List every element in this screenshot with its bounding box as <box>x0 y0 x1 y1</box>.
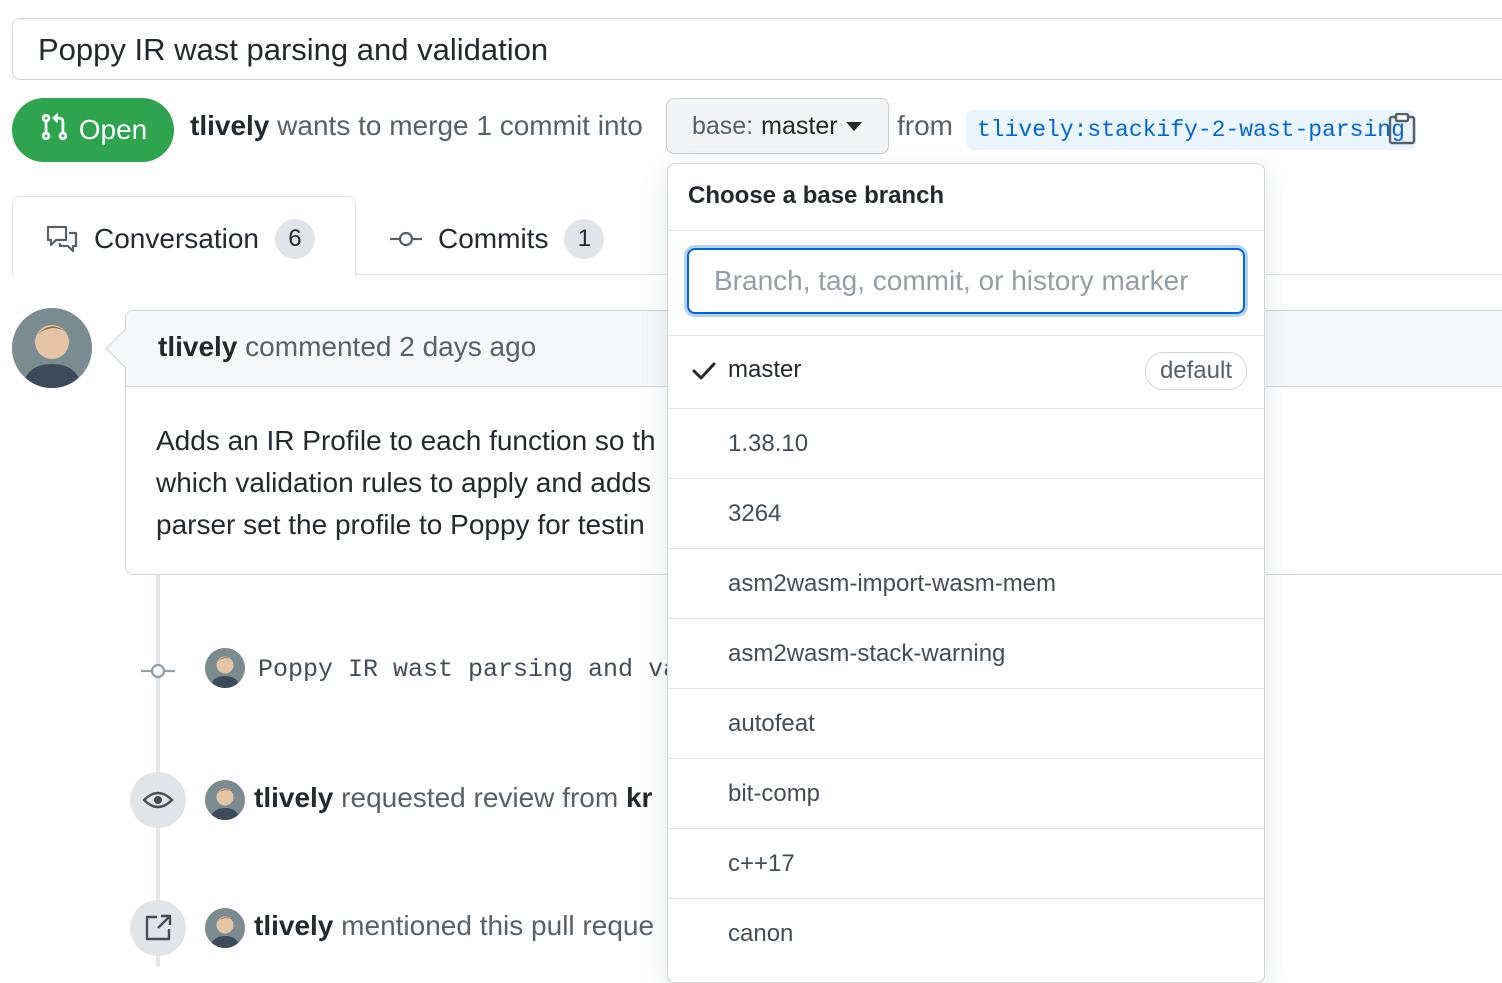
avatar[interactable] <box>205 648 245 688</box>
branch-name: asm2wasm-stack-warning <box>728 640 1006 667</box>
tab-commits-label: Commits <box>438 223 549 254</box>
base-branch-button[interactable]: base: master <box>666 98 889 154</box>
branch-item[interactable]: autofeat <box>668 689 1264 759</box>
tab-commits[interactable]: Commits 1 <box>390 219 605 259</box>
merge-text: wants to merge 1 commit into <box>277 110 643 141</box>
merge-summary: tlively wants to merge 1 commit into <box>190 110 643 142</box>
git-commit-icon <box>390 229 422 249</box>
status-label: Open <box>78 114 148 145</box>
eye-icon-badge <box>130 772 186 828</box>
event-author-link[interactable]: tlively <box>254 910 333 941</box>
branch-name: 1.38.10 <box>728 430 809 457</box>
event-text: mentioned this pull reque <box>341 910 655 941</box>
branch-item[interactable]: c++17 <box>668 829 1264 899</box>
cross-reference-icon <box>145 914 172 941</box>
event-author-link[interactable]: tlively <box>254 782 333 813</box>
tab-conversation-count: 6 <box>274 219 315 259</box>
branch-name: bit-comp <box>728 780 821 807</box>
clipboard-icon[interactable] <box>1388 112 1416 145</box>
comment-header-text: tlively commented 2 days ago <box>158 331 536 363</box>
check-icon <box>692 362 716 380</box>
branch-item[interactable]: 3264 <box>668 479 1264 549</box>
base-prefix: base: <box>692 111 754 140</box>
base-value: master <box>761 111 838 140</box>
branch-name: master <box>728 356 802 383</box>
branch-item[interactable]: asm2wasm-stack-warning <box>668 619 1264 689</box>
head-branch-ref[interactable]: tlively:stackify-2-wast-parsing <box>966 110 1416 150</box>
reviewer-link[interactable]: kr <box>626 782 652 813</box>
comment-meta[interactable]: commented 2 days ago <box>245 331 536 362</box>
caret-down-icon <box>845 121 862 131</box>
git-pull-request-icon <box>39 112 69 149</box>
default-badge: default <box>1144 352 1247 390</box>
branch-name: c++17 <box>728 850 795 877</box>
comment-author-link[interactable]: tlively <box>158 331 237 362</box>
branch-item[interactable]: 1.38.10 <box>668 409 1264 479</box>
branch-name: canon <box>728 920 794 947</box>
git-commit-icon <box>141 661 175 686</box>
tab-commits-count: 1 <box>564 219 605 259</box>
branch-name: 3264 <box>728 500 782 527</box>
commit-message-link[interactable]: Poppy IR wast parsing and va <box>258 655 678 684</box>
from-label: from <box>897 110 953 141</box>
pr-title: Poppy IR wast parsing and validation <box>38 32 549 67</box>
eye-icon <box>142 791 174 809</box>
branch-item-master[interactable]: master default <box>668 336 1264 409</box>
mention-event: tlively mentioned this pull reque <box>254 910 654 942</box>
branch-name: autofeat <box>728 710 815 737</box>
comment-line: Adds an IR Profile to each function so t… <box>156 425 656 456</box>
status-badge-open: Open <box>12 98 174 162</box>
branch-item[interactable]: canon <box>668 899 1264 969</box>
event-text: requested review from <box>341 782 619 813</box>
tab-conversation[interactable]: Conversation 6 <box>46 219 315 259</box>
branch-filter-input[interactable] <box>687 248 1245 314</box>
cross-reference-icon-badge <box>130 900 186 956</box>
comment-body: Adds an IR Profile to each function so t… <box>156 420 656 546</box>
tab-conversation-label: Conversation <box>94 223 259 254</box>
pr-author-link[interactable]: tlively <box>190 110 269 141</box>
branch-item[interactable]: bit-comp <box>668 759 1264 829</box>
branch-name: asm2wasm-import-wasm-mem <box>728 570 1057 597</box>
branch-item[interactable]: asm2wasm-import-wasm-mem <box>668 549 1264 619</box>
comment-line: which validation rules to apply and adds <box>156 467 651 498</box>
dropdown-title: Choose a base branch <box>688 182 945 209</box>
avatar[interactable] <box>12 308 92 388</box>
comment-discussion-icon <box>46 224 78 254</box>
review-request-event: tlively requested review from kr <box>254 782 652 814</box>
avatar[interactable] <box>205 780 245 820</box>
avatar[interactable] <box>205 908 245 948</box>
comment-line: parser set the profile to Poppy for test… <box>156 509 645 540</box>
